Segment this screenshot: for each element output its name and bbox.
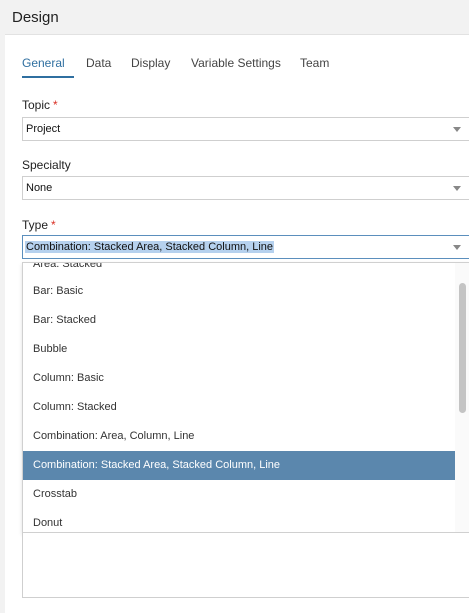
type-select-value: Combination: Stacked Area, Stacked Colum… <box>25 241 275 253</box>
dropdown-option-donut[interactable]: Donut <box>23 509 455 532</box>
chevron-down-icon <box>453 127 461 132</box>
specialty-select[interactable]: None <box>22 176 469 200</box>
chevron-down-icon <box>453 186 461 191</box>
type-label: Type * <box>22 218 56 232</box>
type-select[interactable]: Combination: Stacked Area, Stacked Colum… <box>22 235 469 259</box>
tab-team[interactable]: Team <box>300 56 329 70</box>
dropdown-scrollbar[interactable] <box>455 263 469 532</box>
topic-label-text: Topic <box>22 98 51 112</box>
left-edge <box>0 34 5 613</box>
dropdown-option-column-stacked[interactable]: Column: Stacked <box>23 393 455 422</box>
topic-required-mark: * <box>53 98 58 112</box>
topic-select-value: Project <box>26 123 61 135</box>
dropdown-option-bubble[interactable]: Bubble <box>23 335 455 364</box>
dropdown-option-crosstab[interactable]: Crosstab <box>23 480 455 509</box>
description-textarea[interactable] <box>22 533 469 598</box>
type-label-text: Type <box>22 218 49 232</box>
dropdown-option-combination-area-column-line[interactable]: Combination: Area, Column, Line <box>23 422 455 451</box>
type-required-mark: * <box>51 218 56 232</box>
specialty-label: Specialty <box>22 158 71 172</box>
active-tab-indicator <box>22 76 74 78</box>
tab-general[interactable]: General <box>22 56 65 70</box>
dropdown-option-combination-stacked[interactable]: Combination: Stacked Area, Stacked Colum… <box>23 451 455 480</box>
type-dropdown-list[interactable]: Area: Stacked Bar: Basic Bar: Stacked Bu… <box>22 262 469 533</box>
panel-title: Design <box>12 9 59 26</box>
chevron-down-icon <box>453 245 461 250</box>
tab-data[interactable]: Data <box>86 56 111 70</box>
tab-display[interactable]: Display <box>131 56 170 70</box>
specialty-select-value: None <box>26 182 53 194</box>
dropdown-option-column-basic[interactable]: Column: Basic <box>23 364 455 393</box>
dropdown-scroll-thumb[interactable] <box>459 283 466 413</box>
tab-variable-settings[interactable]: Variable Settings <box>191 56 281 70</box>
dropdown-option-bar-stacked[interactable]: Bar: Stacked <box>23 306 455 335</box>
panel-header: Design <box>0 0 469 35</box>
topic-label: Topic * <box>22 98 58 112</box>
dropdown-option-bar-basic[interactable]: Bar: Basic <box>23 277 455 306</box>
topic-select[interactable]: Project <box>22 117 469 141</box>
specialty-label-text: Specialty <box>22 158 71 172</box>
